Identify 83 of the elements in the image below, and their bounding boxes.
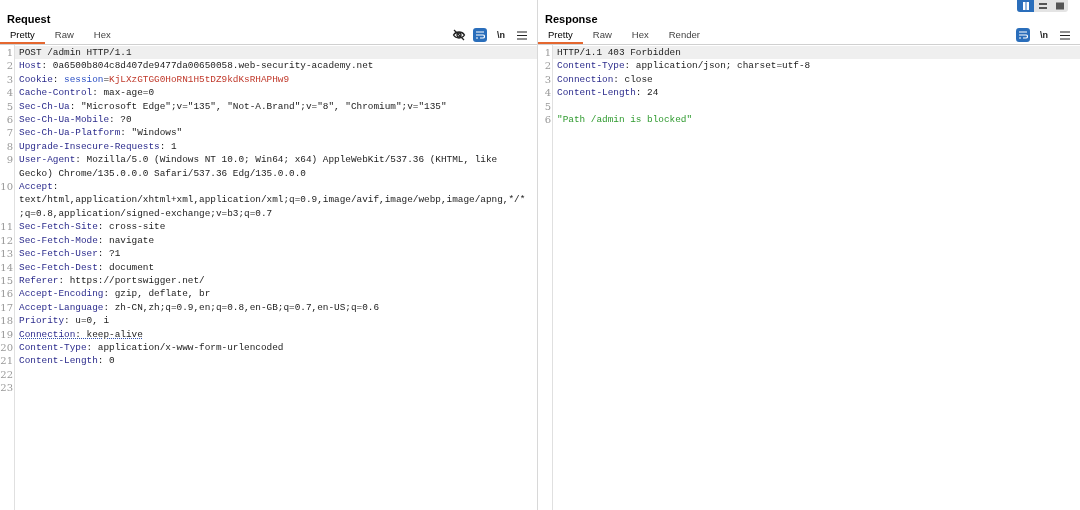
line-number: 9 — [5, 153, 14, 168]
two-columns-icon — [1020, 1, 1031, 11]
code-line: text/html,application/xhtml+xml,application/xml;q=0.9,image/avif,image/webp,image/apng,*/* — [19, 193, 527, 207]
view-tab[interactable]: Hex — [83, 28, 121, 44]
view-tab[interactable]: Render — [658, 28, 710, 44]
line-number: 2 — [5, 59, 14, 73]
menu-icon — [517, 30, 527, 40]
line-number: 7 — [5, 126, 14, 140]
line-number: 14 — [0, 260, 14, 274]
line-number: 20 — [0, 340, 14, 355]
code-line: Sec-Fetch-User: ?1 — [19, 247, 122, 261]
line-number: 21 — [0, 354, 14, 368]
newline-toggle-button[interactable]: \n — [1037, 28, 1051, 42]
code-line: Content-Type: application/x-www-form-urlencoded — [19, 340, 285, 355]
code-line: Accept-Language: zh-CN,zh;q=0.9,en;q=0.8,en-GB;q=0.7,en-US;q=0.6 — [19, 300, 381, 315]
code-line: Accept-Encoding: gzip, deflate, br — [19, 287, 212, 301]
code-line: Content-Length: 0 — [19, 354, 116, 368]
line-number: 23 — [0, 381, 14, 395]
code-line: User-Agent: Mozilla/5.0 (Windows NT 10.0; Win64; x64) AppleWebKit/537.36 (KHTML, like — [19, 153, 499, 167]
line-number: 3 — [5, 72, 14, 87]
code-line: Accept: — [19, 180, 60, 194]
line-number: 12 — [0, 233, 14, 248]
single-pane-icon — [1054, 1, 1065, 11]
word-wrap-icon — [475, 30, 485, 40]
menu-button[interactable] — [515, 28, 529, 42]
code-line: Cache-Control: max-age=0 — [19, 86, 156, 100]
code-line: Sec-Ch-Ua: "Microsoft Edge";v="135", "Not-A.Brand";v="8", "Chromium";v="135" — [19, 99, 448, 114]
line-number: 10 — [0, 180, 14, 195]
line-number: 18 — [0, 314, 14, 328]
two-rows-icon — [1037, 1, 1048, 11]
columns-layout-button[interactable] — [1017, 0, 1034, 12]
code-line: Sec-Fetch-Mode: navigate — [19, 233, 156, 248]
code-line: Connection: close — [557, 72, 654, 87]
word-wrap-button[interactable] — [473, 28, 487, 42]
code-line: Upgrade-Insecure-Requests: 1 — [19, 139, 178, 154]
view-tab[interactable]: Pretty — [538, 28, 583, 44]
line-number: 22 — [0, 367, 14, 382]
view-tab[interactable]: Hex — [621, 28, 659, 44]
menu-icon — [1060, 30, 1070, 40]
newline-toggle-button[interactable]: \n — [494, 28, 508, 42]
code-line: Content-Type: application/json; charset=utf-8 — [557, 59, 812, 73]
code-line: Host: 0a6500b804c8d407de9477da00650058.web-security-academy.net — [19, 59, 375, 73]
code-line: Connection: keep-alive — [19, 327, 144, 341]
line-number: 17 — [0, 300, 14, 315]
word-wrap-icon — [1018, 30, 1028, 40]
line-number: 19 — [0, 327, 14, 341]
code-line: Sec-Ch-Ua-Platform: "Windows" — [19, 126, 184, 140]
panel-title: Request — [7, 12, 51, 26]
line-number: 4 — [5, 86, 14, 100]
line-number: 5 — [5, 99, 14, 114]
code-line: HTTP/1.1 403 Forbidden — [557, 46, 682, 60]
line-number: 15 — [0, 273, 14, 288]
code-line: Sec-Fetch-Site: cross-site — [19, 220, 167, 234]
view-tab[interactable]: Pretty — [0, 28, 45, 44]
line-number: 6 — [543, 113, 552, 127]
code-line: Referer: https://portswigger.net/ — [19, 273, 206, 288]
eye-slash-icon — [452, 28, 466, 42]
line-number: 13 — [0, 247, 14, 261]
code-line: Sec-Fetch-Dest: document — [19, 260, 156, 274]
menu-button[interactable] — [1058, 28, 1072, 42]
line-number: 4 — [543, 86, 552, 100]
view-tab[interactable]: Raw — [44, 28, 84, 44]
line-number: 2 — [543, 59, 552, 73]
code-line: Cookie: session=KjLXzGTGG0HoRN1H5tDZ9kdKsRHAPHw9 — [19, 72, 291, 87]
code-line: "Path /admin is blocked" — [557, 113, 694, 127]
code-line: ;q=0.8,application/signed-exchange;v=b3;q=0.7 — [19, 206, 274, 221]
line-number: 5 — [543, 99, 552, 114]
line-number: 11 — [0, 220, 14, 234]
view-tab[interactable]: Raw — [582, 28, 622, 44]
code-line: Sec-Ch-Ua-Mobile: ?0 — [19, 113, 133, 127]
code-line: Gecko) Chrome/135.0.0.0 Safari/537.36 Edg/135.0.0.0 — [19, 166, 307, 181]
line-number: 1 — [543, 46, 552, 60]
line-number: 1 — [5, 46, 14, 60]
code-line: Content-Length: 24 — [557, 86, 660, 100]
code-line: Priority: u=0, i — [19, 314, 111, 328]
hidden-eye-button[interactable] — [452, 28, 466, 42]
line-number: 16 — [0, 287, 14, 301]
word-wrap-button[interactable] — [1016, 28, 1030, 42]
line-number: 3 — [543, 72, 552, 87]
panel-title: Response — [545, 12, 598, 26]
code-line: POST /admin HTTP/1.1 — [19, 46, 133, 60]
line-number: 8 — [5, 139, 14, 154]
line-number: 6 — [5, 113, 14, 127]
